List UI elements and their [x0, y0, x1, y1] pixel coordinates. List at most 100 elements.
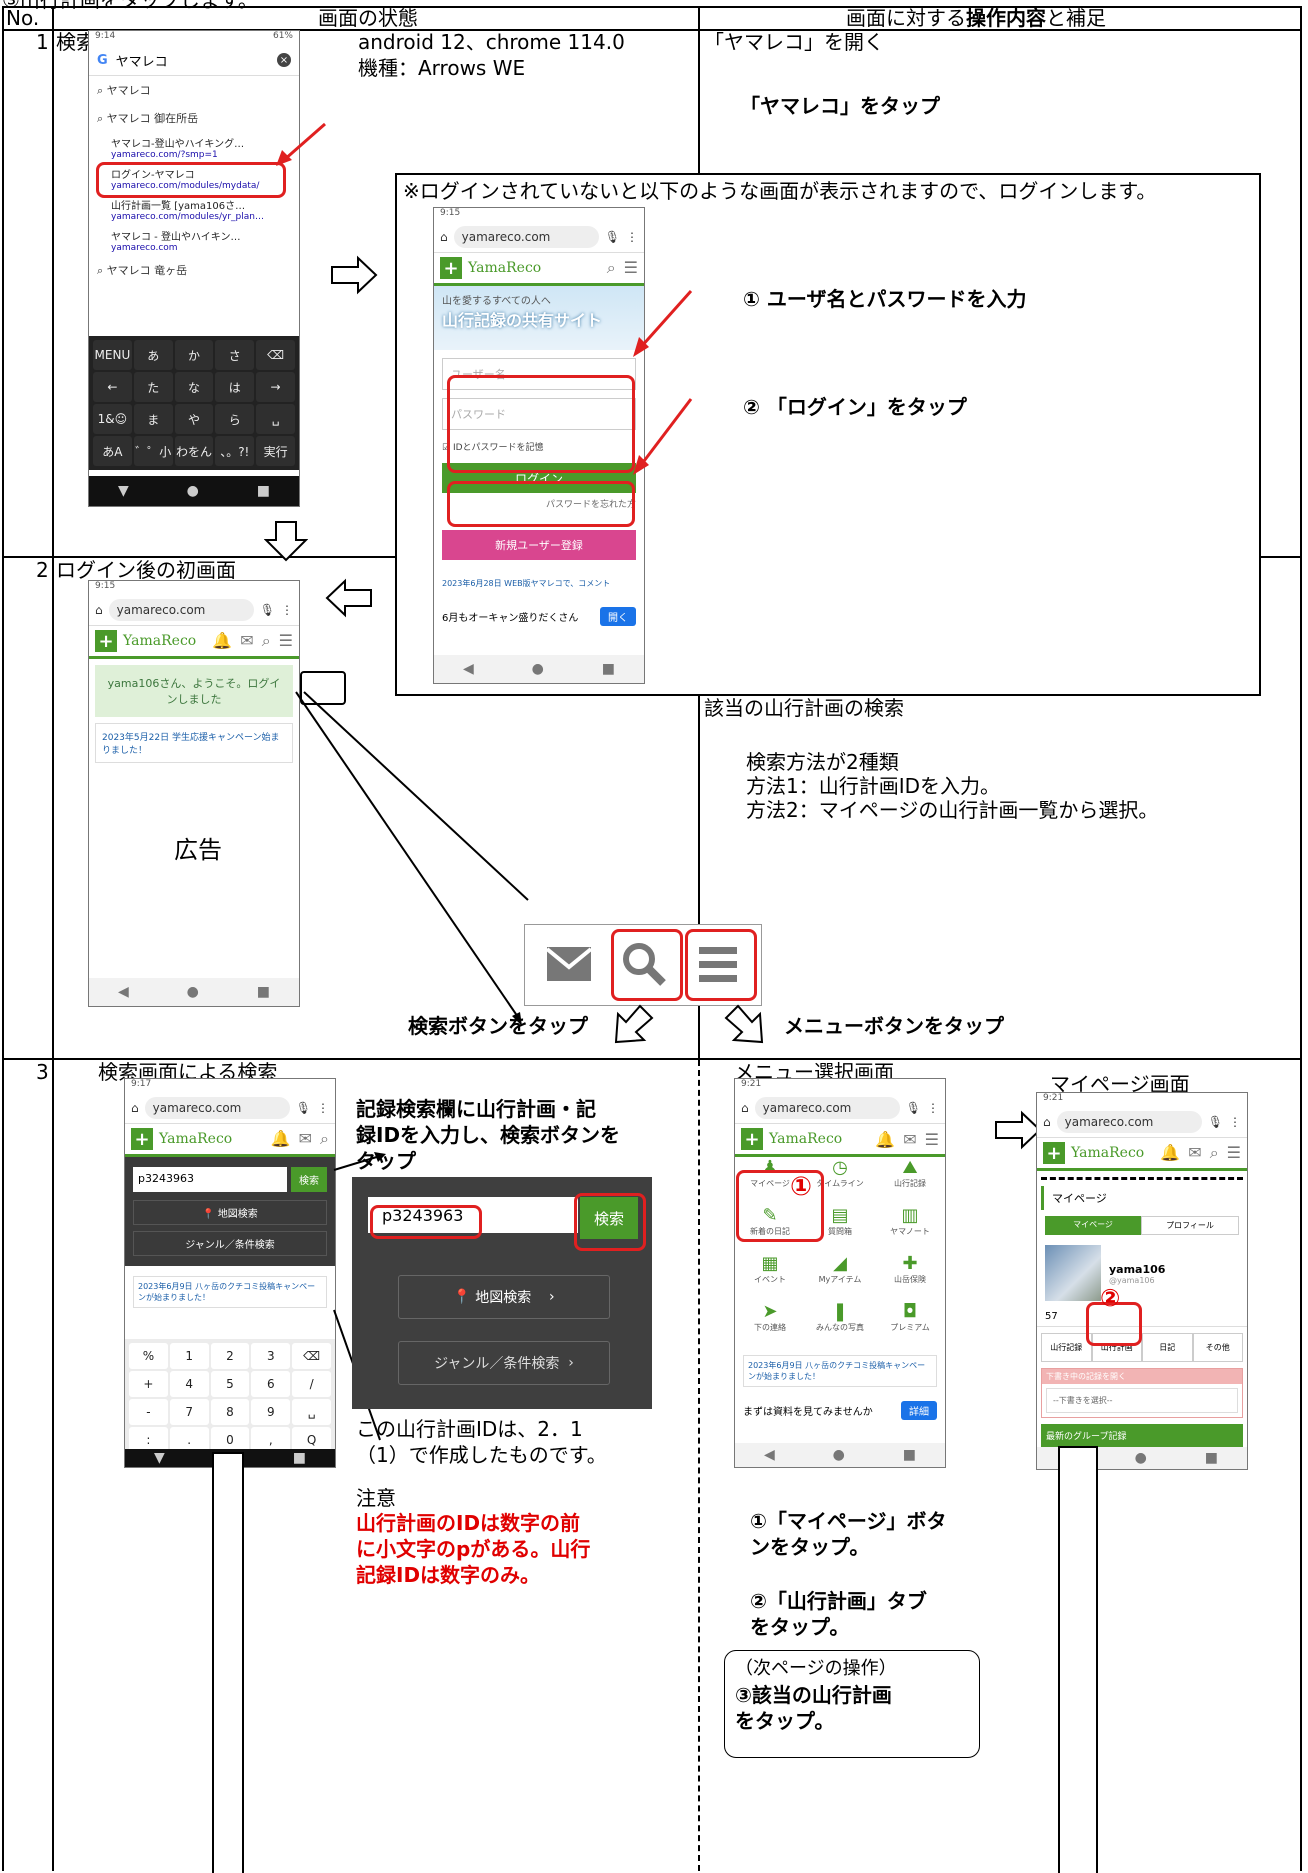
suggestion-item[interactable]: ⌕ ヤマレコ — [89, 76, 299, 104]
mic-icon[interactable]: 🎙 — [906, 1101, 921, 1115]
numeric-keyboard[interactable]: % 1 2 3 ⌫ +4 5 6/ -7 8 9 ␣ :.0,Q — [125, 1339, 335, 1457]
mail-icon[interactable]: ✉ — [240, 631, 253, 651]
menu-dots-icon[interactable]: ⋮ — [317, 1101, 329, 1115]
draft-select[interactable]: --下書きを選択-- — [1046, 1388, 1238, 1413]
register-button[interactable]: 新規ユーザー登録 — [442, 530, 636, 560]
home-icon[interactable]: ⌂ — [131, 1101, 139, 1115]
mail-icon[interactable]: ✉ — [1188, 1143, 1201, 1163]
suggestion-item[interactable]: ⌕ ヤマレコ 御在所岳 — [89, 104, 299, 132]
yamareco-header: + YamaReco ⌕ ☰ — [434, 253, 644, 286]
menu-item-contact[interactable]: ➤ 下の連絡 — [735, 1301, 805, 1349]
search-submit-button[interactable]: 検索 — [291, 1167, 327, 1192]
menu-button-instruction: メニューボタンをタップ — [784, 1014, 1004, 1038]
mic-icon[interactable]: 🎙 — [605, 230, 620, 244]
menu-item-insurance[interactable]: ✚ 山岳保険 — [875, 1253, 945, 1301]
browser-url-bar[interactable]: ⌂ yamareco.com 🎙 ⋮ — [1037, 1107, 1247, 1138]
bell-icon[interactable]: 🔔 — [875, 1130, 895, 1149]
search-icon[interactable]: ⌕ — [607, 258, 616, 278]
menu-item-events[interactable]: ▦ イベント — [735, 1253, 805, 1301]
result-item[interactable]: ヤマレコ-登山やハイキング… yamareco.com/?smp=1 — [89, 132, 299, 163]
home-icon[interactable]: ⌂ — [741, 1101, 749, 1115]
news-link[interactable]: 2023年6月9日 八ヶ岳のクチコミ投稿キャンペーンが始まりました！ — [743, 1355, 937, 1387]
search-method-title: 検索方法が2種類 — [746, 750, 899, 774]
home-icon[interactable]: ⌂ — [95, 603, 103, 617]
mail-icon[interactable]: ✉ — [299, 1129, 312, 1149]
google-search-bar[interactable]: G ヤマレコ × — [89, 45, 299, 76]
menu-item-photos[interactable]: ❚ みんなの写真 — [805, 1301, 875, 1349]
tab-mypage[interactable]: マイページ — [1045, 1216, 1141, 1235]
hamburger-icon[interactable]: ☰ — [279, 631, 293, 651]
ad-detail-button[interactable]: 詳細 — [901, 1401, 937, 1420]
row3-no: 3 — [36, 1060, 49, 1084]
map-search-button[interactable]: 📍 地図検索 — [133, 1200, 327, 1225]
menu-dots-icon[interactable]: ⋮ — [1229, 1115, 1241, 1129]
record-search-input[interactable]: p3243963 — [133, 1167, 287, 1192]
menu-dots-icon[interactable]: ⋮ — [281, 603, 293, 617]
kana-keyboard[interactable]: MENU あかさ ⌫ ← たなは → 1&☺ まやら ␣ あA ゛゜小 わをん、。?! 実行 — [89, 336, 299, 470]
mic-icon[interactable]: 🎙 — [1208, 1115, 1223, 1129]
plus-icon[interactable]: + — [741, 1128, 763, 1150]
yamareco-logo[interactable]: YamaReco — [468, 260, 541, 276]
tab-records[interactable]: 山行記録 — [1041, 1333, 1092, 1362]
menu-dots-icon[interactable]: ⋮ — [927, 1101, 939, 1115]
mic-icon[interactable]: 🎙 — [296, 1101, 311, 1115]
genre-search-button[interactable]: ジャンル／条件検索 — [133, 1231, 327, 1256]
suggestion-item[interactable]: ⌕ ヤマレコ 竜ヶ岳 — [89, 256, 299, 284]
menu-item-records[interactable]: ⛰ 山行記録 — [875, 1157, 945, 1205]
hamburger-icon[interactable]: ☰ — [624, 258, 638, 278]
continuation-bar-left — [212, 1452, 244, 1873]
news-link[interactable]: 2023年6月28日 WEB版ヤマレコで、コメント — [442, 578, 636, 589]
ad-open-button[interactable]: 開く — [600, 607, 636, 626]
bell-icon[interactable]: 🔔 — [1160, 1143, 1180, 1163]
login-overlay-box: ※ログインされていないと以下のような画面が表示されますので、ログインします。 ①… — [395, 173, 1261, 696]
hamburger-icon[interactable]: ☰ — [925, 1130, 939, 1149]
search-icon[interactable]: ⌕ — [262, 631, 271, 651]
plan-id-note: この山行計画IDは、2．1 （1）で作成したものです。 — [356, 1417, 607, 1467]
plus-icon[interactable]: + — [440, 257, 462, 279]
draft-box: 下書き中の記録を開く --下書きを選択-- — [1041, 1368, 1243, 1418]
genre-search-button[interactable]: ジャンル／条件検索 › — [398, 1341, 610, 1385]
menu-item-notes[interactable]: ▥ ヤマノート — [875, 1205, 945, 1253]
highlight-search-value — [370, 1205, 482, 1239]
search-icon[interactable]: ⌕ — [320, 1129, 329, 1149]
tab-profile[interactable]: プロフィール — [1141, 1216, 1239, 1235]
plus-icon[interactable]: + — [1043, 1142, 1065, 1164]
bell-icon[interactable]: 🔔 — [212, 631, 232, 651]
highlight-credentials — [447, 375, 635, 473]
mail-icon[interactable] — [545, 945, 593, 983]
result-item[interactable]: ヤマレコ - 登山やハイキン… yamareco.com — [89, 225, 299, 256]
news-link[interactable]: 2023年6月9日 八ヶ岳のクチコミ投稿キャンペーンが始まりました！ — [133, 1276, 327, 1308]
home-icon[interactable]: ⌂ — [1043, 1115, 1051, 1129]
browser-url-bar[interactable]: ⌂ yamareco.com 🎙 ⋮ — [89, 595, 299, 626]
browser-url-bar[interactable]: ⌂ yamareco.com 🎙 ⋮ — [125, 1093, 335, 1124]
menu-item-items[interactable]: ◢ Myアイテム — [805, 1253, 875, 1301]
search-icon[interactable]: ⌕ — [1210, 1143, 1219, 1163]
menu-item-premium[interactable]: ◘ プレミアム — [875, 1301, 945, 1349]
mail-icon[interactable]: ✉ — [903, 1130, 916, 1149]
browser-url-bar[interactable]: ⌂ yamareco.com 🎙 ⋮ — [735, 1093, 945, 1124]
tab-diary[interactable]: 日記 — [1142, 1333, 1193, 1362]
clear-icon[interactable]: × — [277, 53, 291, 67]
browser-url-bar[interactable]: ⌂ yamareco.com 🎙 ⋮ — [434, 222, 644, 253]
plus-icon[interactable]: + — [95, 630, 117, 652]
mic-icon[interactable]: 🎙 — [260, 603, 275, 617]
map-search-button[interactable]: 📍 地図検索 › — [398, 1275, 610, 1319]
hamburger-icon[interactable]: ☰ — [1227, 1143, 1241, 1163]
menu-dots-icon[interactable]: ⋮ — [626, 230, 638, 244]
tab-other[interactable]: その他 — [1192, 1333, 1243, 1362]
follow-count[interactable]: 57 — [1037, 1307, 1247, 1327]
yamareco-header: + YamaReco 🔔 ✉ ☰ — [735, 1124, 945, 1157]
group-records-heading: 最新のグループ記録 — [1041, 1424, 1243, 1447]
col-header-no: No. — [6, 6, 40, 30]
news-link[interactable]: 2023年5月22日 学生応援キャンペーン始まりました！ — [95, 723, 293, 763]
zoom-lines — [295, 691, 529, 1026]
plus-icon[interactable]: + — [131, 1128, 153, 1150]
row1-no: 1 — [36, 30, 49, 54]
avatar[interactable] — [1045, 1245, 1101, 1301]
result-item[interactable]: 山行計画一覧 [yama106さ… yamareco.com/modules/y… — [89, 194, 299, 225]
home-icon[interactable]: ⌂ — [440, 230, 448, 244]
red-arrow-icon — [633, 290, 693, 357]
step-marker-1: ① — [790, 1172, 813, 1202]
bell-icon[interactable]: 🔔 — [271, 1129, 291, 1149]
hollow-right-arrow-icon — [331, 255, 378, 295]
